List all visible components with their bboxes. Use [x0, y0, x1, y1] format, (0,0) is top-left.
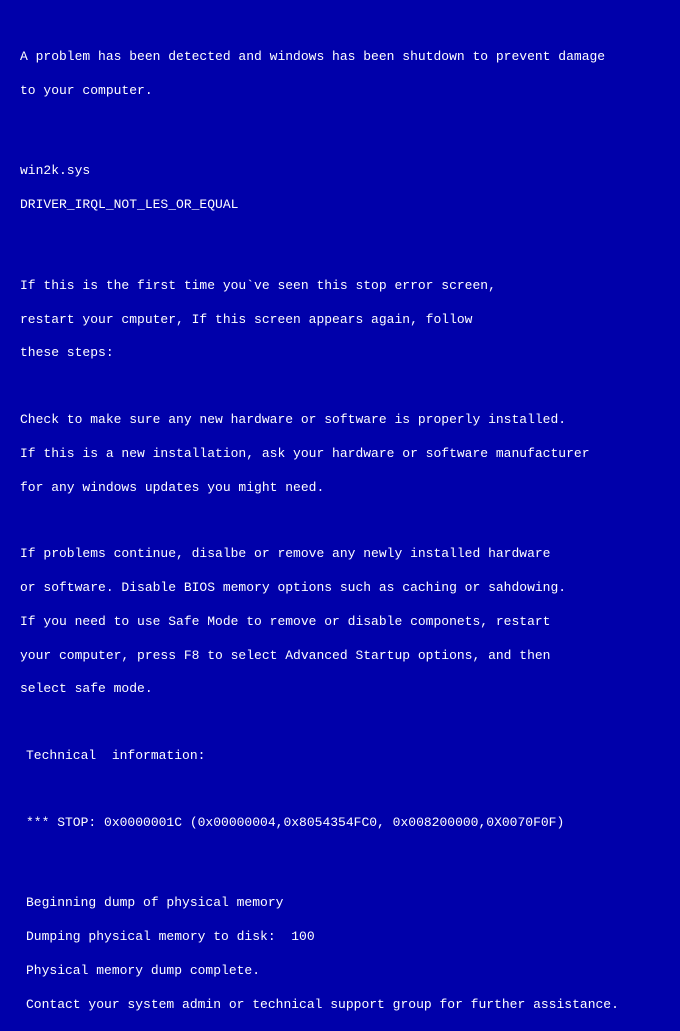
instructions-checkhw-line1: Check to make sure any new hardware or s…	[20, 412, 660, 429]
instructions-problems-line5: select safe mode.	[20, 681, 660, 698]
dump-line1: Beginning dump of physical memory	[20, 895, 660, 912]
instructions-checkhw-line2: If this is a new installation, ask your …	[20, 446, 660, 463]
technical-stop-code: *** STOP: 0x0000001C (0x00000004,0x80543…	[20, 815, 660, 832]
instructions-firsttime-line3: these steps:	[20, 345, 660, 362]
dump-line2: Dumping physical memory to disk: 100	[20, 929, 660, 946]
instructions-problems-line3: If you need to use Safe Mode to remove o…	[20, 614, 660, 631]
instructions-firsttime-line1: If this is the first time you`ve seen th…	[20, 278, 660, 295]
technical-heading: Technical information:	[20, 748, 660, 765]
error-header-line1: A problem has been detected and windows …	[20, 49, 660, 66]
instructions-problems-line1: If problems continue, disalbe or remove …	[20, 546, 660, 563]
dump-line4: Contact your system admin or technical s…	[20, 997, 660, 1014]
bsod-screen: A problem has been detected and windows …	[20, 32, 660, 1031]
instructions-checkhw-line3: for any windows updates you might need.	[20, 480, 660, 497]
fault-module: win2k.sys	[20, 163, 660, 180]
instructions-problems-line2: or software. Disable BIOS memory options…	[20, 580, 660, 597]
dump-line3: Physical memory dump complete.	[20, 963, 660, 980]
instructions-firsttime-line2: restart your cmputer, If this screen app…	[20, 312, 660, 329]
instructions-problems-line4: your computer, press F8 to select Advanc…	[20, 648, 660, 665]
fault-error-name: DRIVER_IRQL_NOT_LES_OR_EQUAL	[20, 197, 660, 214]
error-header-line2: to your computer.	[20, 83, 660, 100]
